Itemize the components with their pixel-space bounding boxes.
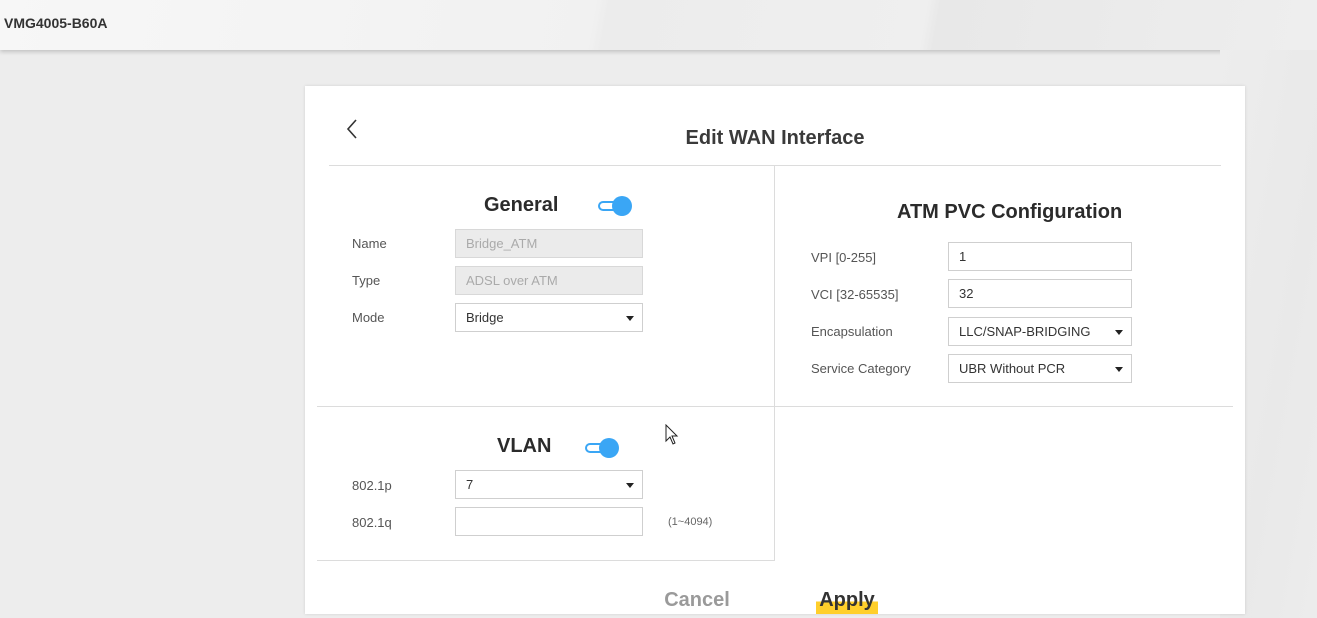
vpi-input[interactable]: 1 (948, 242, 1132, 271)
dropdown-arrow-icon (626, 483, 634, 488)
8021p-value: 7 (466, 477, 474, 492)
dropdown-arrow-icon (626, 316, 634, 321)
divider (774, 165, 775, 560)
toggle-knob (599, 438, 619, 458)
toggle-knob (612, 196, 632, 216)
encapsulation-value: LLC/SNAP-BRIDGING (959, 324, 1091, 339)
8021q-label: 802.1q (352, 515, 392, 530)
name-label: Name (352, 236, 387, 251)
edit-wan-dialog: Edit WAN Interface General Name Bridge_A… (305, 86, 1245, 614)
divider (317, 560, 775, 561)
service-category-value: UBR Without PCR (959, 361, 1066, 376)
vlan-toggle[interactable] (585, 438, 619, 458)
service-category-label: Service Category (811, 361, 911, 376)
mode-select[interactable]: Bridge (455, 303, 643, 332)
vci-label: VCI [32-65535] (811, 287, 899, 302)
atm-pvc-title: ATM PVC Configuration (897, 201, 1123, 223)
general-toggle[interactable] (598, 196, 632, 216)
encapsulation-label: Encapsulation (811, 324, 893, 339)
vci-input[interactable]: 32 (948, 279, 1132, 308)
general-title: General (484, 194, 559, 216)
dropdown-arrow-icon (1115, 367, 1123, 372)
divider (317, 406, 1233, 407)
service-category-select[interactable]: UBR Without PCR (948, 354, 1132, 383)
8021q-input[interactable] (455, 507, 643, 536)
dialog-title: Edit WAN Interface (685, 127, 865, 149)
type-label: Type (352, 273, 381, 288)
encapsulation-select[interactable]: LLC/SNAP-BRIDGING (948, 317, 1132, 346)
apply-button[interactable]: Apply (816, 586, 878, 614)
device-name: VMG4005-B60A (4, 15, 108, 31)
mode-label: Mode (352, 310, 385, 325)
type-field: ADSL over ATM (455, 266, 643, 295)
cancel-button[interactable]: Cancel (660, 586, 734, 614)
vpi-label: VPI [0-255] (811, 250, 877, 265)
top-bar: VMG4005-B60A (0, 0, 1317, 50)
8021p-select[interactable]: 7 (455, 470, 643, 499)
vlan-title: VLAN (497, 435, 552, 457)
8021p-label: 802.1p (352, 478, 392, 493)
mouse-cursor-icon (665, 424, 679, 445)
mode-value: Bridge (466, 310, 504, 325)
dropdown-arrow-icon (1115, 330, 1123, 335)
divider (329, 165, 1221, 166)
8021q-range-hint: (1~4094) (668, 516, 713, 528)
name-field: Bridge_ATM (455, 229, 643, 258)
